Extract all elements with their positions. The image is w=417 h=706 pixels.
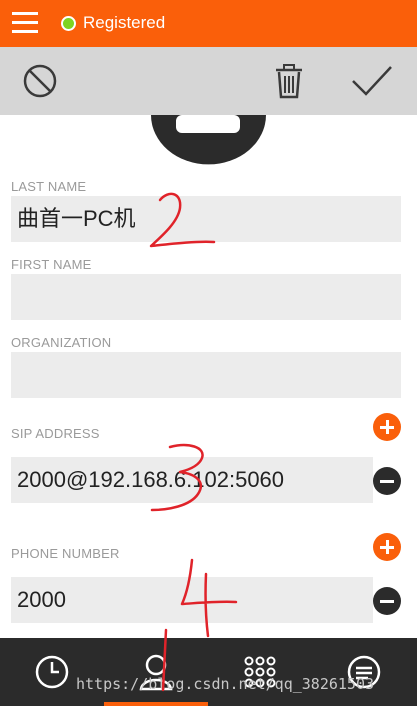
status-bar: Registered — [0, 0, 417, 47]
tab-dialer[interactable] — [208, 638, 312, 706]
phone-number-field[interactable]: 2000 — [11, 577, 373, 623]
tab-history[interactable] — [0, 638, 104, 706]
delete-icon[interactable] — [259, 47, 319, 115]
menu-icon[interactable] — [12, 12, 38, 34]
last-name-value: 曲首一PC机 — [17, 206, 136, 231]
first-name-field[interactable] — [11, 274, 401, 320]
tab-contacts[interactable] — [104, 638, 208, 706]
sip-address-field[interactable]: 2000@192.168.6.102:5060 — [11, 457, 373, 503]
first-name-label: FIRST NAME — [11, 257, 92, 272]
registration-status-label: Registered — [83, 13, 166, 32]
action-toolbar — [0, 47, 417, 115]
remove-sip-address-button[interactable] — [373, 467, 401, 495]
history-icon — [35, 655, 69, 689]
bottom-tab-bar — [0, 638, 417, 706]
phone-number-value: 2000 — [17, 587, 66, 612]
sip-address-label: SIP ADDRESS — [11, 426, 100, 441]
add-phone-number-button[interactable] — [373, 533, 401, 561]
sip-address-value: 2000@192.168.6.102:5060 — [17, 467, 285, 492]
organization-field[interactable] — [11, 352, 401, 398]
cancel-icon[interactable] — [10, 47, 70, 115]
watermark: https://blog.csdn.net/qq_38261503 — [76, 675, 375, 693]
last-name-label: LAST NAME — [11, 179, 87, 194]
phone-number-label: PHONE NUMBER — [11, 546, 120, 561]
confirm-icon[interactable] — [342, 47, 402, 115]
contact-avatar[interactable] — [150, 115, 267, 165]
add-sip-address-button[interactable] — [373, 413, 401, 441]
tab-chat[interactable] — [312, 638, 416, 706]
remove-phone-number-button[interactable] — [373, 587, 401, 615]
registration-status-icon — [61, 16, 76, 31]
active-tab-indicator — [104, 702, 208, 706]
last-name-field[interactable]: 曲首一PC机 — [11, 196, 401, 242]
organization-label: ORGANIZATION — [11, 335, 112, 350]
